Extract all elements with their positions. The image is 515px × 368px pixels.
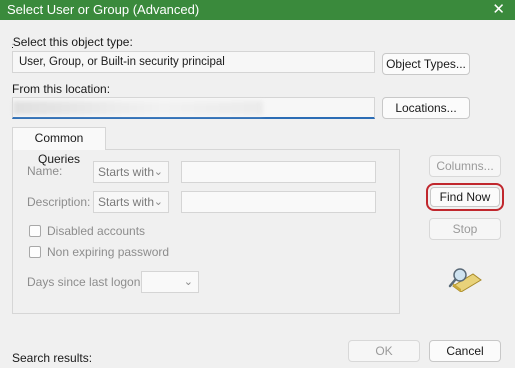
ok-button[interactable]: OK [348, 340, 420, 362]
disabled-accounts-label: Disabled accounts [47, 224, 146, 238]
common-queries-panel: Name: Starts with ⌄ Description: Starts … [12, 149, 400, 314]
find-now-button-label: Find Now [439, 190, 491, 204]
object-types-button[interactable]: Object Types... [382, 53, 470, 75]
days-since-last-logon-select[interactable]: ⌄ [141, 271, 199, 293]
object-types-button-label: Object Types... [386, 57, 466, 71]
object-type-label: SSelect this object type: [12, 35, 133, 49]
columns-button-label: Columns... [436, 159, 494, 173]
cancel-button[interactable]: Cancel [429, 340, 501, 362]
description-label: Description: [27, 195, 91, 209]
tab-common-queries[interactable]: Common Queries [12, 127, 106, 166]
ok-button-label: OK [375, 344, 393, 358]
chevron-down-icon: ⌄ [153, 196, 163, 208]
name-input[interactable] [181, 161, 376, 183]
title-bar: Select User or Group (Advanced) ✕ [0, 0, 515, 20]
stop-button[interactable]: Stop [429, 218, 501, 240]
close-icon[interactable]: ✕ [492, 0, 505, 19]
non-expiring-password-label: Non expiring password [47, 245, 170, 259]
columns-button[interactable]: Columns... [429, 155, 501, 177]
window-title: Select User or Group (Advanced) [7, 2, 200, 17]
location-label: From this location: [12, 82, 111, 96]
search-results-label: Search results: [12, 351, 93, 365]
description-mode-value: Starts with [98, 195, 155, 209]
chevron-down-icon: ⌄ [183, 276, 193, 288]
object-type-label-text: Select this object type: [12, 35, 133, 49]
non-expiring-password-checkbox[interactable] [29, 246, 41, 258]
object-type-field: User, Group, or Built-in security princi… [12, 51, 375, 73]
stop-button-label: Stop [452, 222, 478, 236]
cancel-button-label: Cancel [446, 344, 484, 358]
disabled-accounts-checkbox[interactable] [29, 225, 41, 237]
name-mode-value: Starts with [98, 165, 155, 179]
location-redacted-value [13, 101, 263, 115]
search-icon [448, 268, 482, 292]
find-now-button[interactable]: Find Now [426, 183, 504, 211]
description-mode-select[interactable]: Starts with ⌄ [93, 191, 169, 213]
locations-button-label: Locations... [395, 101, 457, 115]
locations-button[interactable]: Locations... [382, 97, 470, 119]
description-input[interactable] [181, 191, 376, 213]
name-mode-select[interactable]: Starts with ⌄ [93, 161, 169, 183]
chevron-down-icon: ⌄ [153, 166, 163, 178]
days-since-last-logon-label: Days since last logon: [27, 275, 144, 289]
